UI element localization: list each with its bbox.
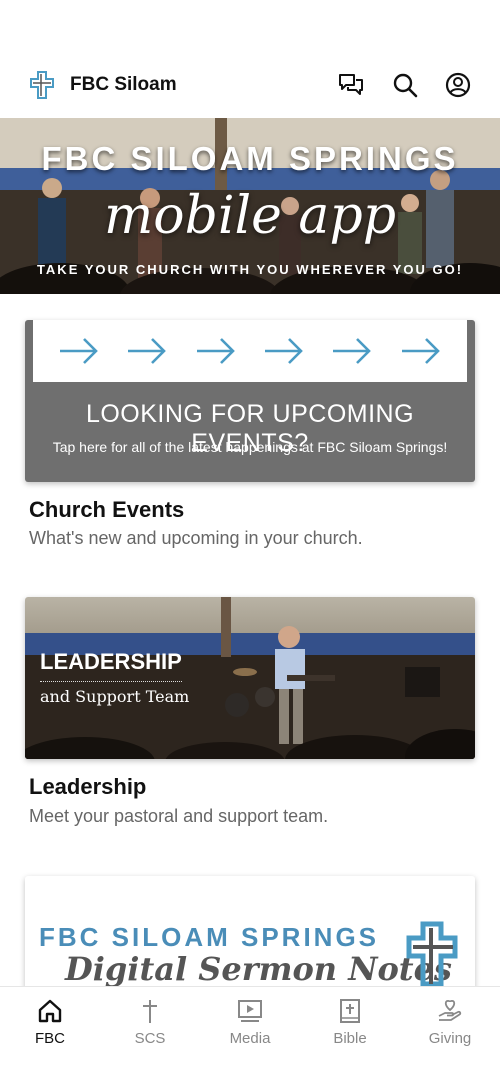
leadership-title[interactable]: Leadership <box>29 774 146 800</box>
messages-icon[interactable] <box>334 68 368 102</box>
church-events-title[interactable]: Church Events <box>29 497 184 523</box>
hero-banner: FBC SILOAM SPRINGS mobile app TAKE YOUR … <box>0 118 500 294</box>
hero-script: mobile app <box>103 186 397 246</box>
sermon-notes-banner-title: FBC SILOAM SPRINGS <box>39 922 380 952</box>
giving-icon <box>436 997 464 1025</box>
app-title: FBC Siloam <box>70 74 177 95</box>
nav-label-giving: Giving <box>428 1030 472 1047</box>
arrow-right-icon <box>401 338 440 364</box>
nav-item-bible[interactable]: Bible <box>300 987 400 1084</box>
nav-label-media: Media <box>229 1030 271 1047</box>
arrow-right-icon <box>333 338 372 364</box>
account-icon[interactable] <box>441 68 475 102</box>
events-banner-subtext: Tap here for all of the latest happening… <box>52 439 448 455</box>
hero-title: FBC SILOAM SPRINGS <box>41 140 459 177</box>
sermon-notes-banner-script: Digital Sermon Notes <box>65 950 452 988</box>
cross-icon <box>136 997 164 1025</box>
leadership-banner[interactable]: LEADERSHIP and Support Team <box>25 597 475 759</box>
church-events-subtitle: What's new and upcoming in your church. <box>29 528 363 548</box>
cross-logo-icon <box>28 70 56 100</box>
sermon-notes-banner[interactable]: FBC SILOAM SPRINGS Digital Sermon Notes <box>25 876 475 996</box>
arrow-strip <box>33 320 467 382</box>
search-icon[interactable] <box>388 68 422 102</box>
home-icon <box>36 997 64 1025</box>
bottom-navigation: FBC SCS Media Bible Giving <box>0 986 500 1084</box>
bible-icon <box>336 997 364 1025</box>
arrow-right-icon <box>265 338 303 364</box>
church-events-banner[interactable]: LOOKING FOR UPCOMING EVENTS? Tap here fo… <box>25 320 475 482</box>
nav-item-giving[interactable]: Giving <box>400 987 500 1084</box>
nav-item-fbc[interactable]: FBC <box>0 987 100 1084</box>
nav-label-scs: SCS <box>134 1030 166 1047</box>
nav-label-fbc: FBC <box>35 1030 65 1047</box>
leadership-banner-title: LEADERSHIP <box>40 649 182 682</box>
cross-logo-icon <box>405 920 459 991</box>
nav-label-bible: Bible <box>333 1030 367 1047</box>
leadership-subtitle: Meet your pastoral and support team. <box>29 806 329 826</box>
nav-item-scs[interactable]: SCS <box>100 987 200 1084</box>
media-icon <box>236 997 264 1025</box>
leadership-banner-subtitle: and Support Team <box>40 687 190 706</box>
app-header: FBC Siloam <box>0 58 500 114</box>
arrow-right-icon <box>60 338 98 364</box>
nav-item-media[interactable]: Media <box>200 987 300 1084</box>
arrow-right-icon <box>128 338 167 364</box>
hero-tagline: TAKE YOUR CHURCH WITH YOU WHEREVER YOU G… <box>36 262 464 277</box>
arrow-right-icon <box>196 338 235 364</box>
